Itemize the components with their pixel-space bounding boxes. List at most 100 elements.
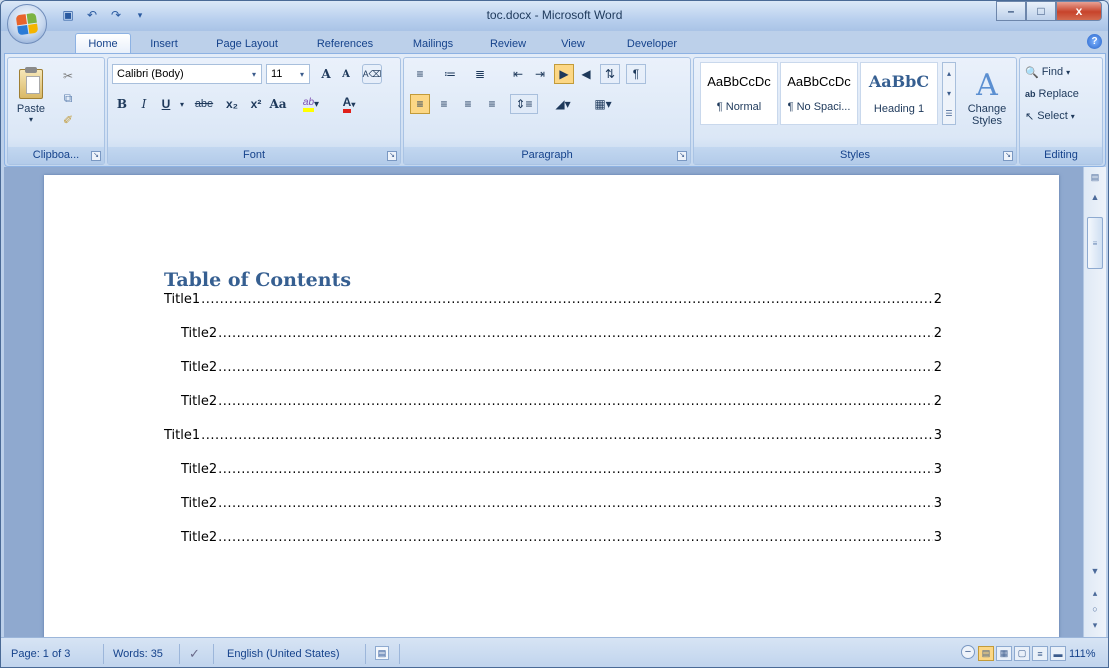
toc-leader-dots	[201, 292, 933, 307]
scroll-thumb[interactable]: ≡	[1087, 217, 1103, 269]
decrease-indent-icon[interactable]: ⇤	[508, 64, 528, 84]
styles-gallery-scroll[interactable]: ▴ ▾ ☰	[942, 62, 956, 125]
outline-view-icon[interactable]: ≡	[1032, 646, 1048, 661]
paste-button[interactable]: Paste ▾	[11, 62, 51, 130]
toc-entry[interactable]: Title2 3	[181, 462, 942, 480]
styles-launcher-icon[interactable]: ↘	[1003, 151, 1013, 161]
ltr-direction-icon[interactable]: ▶	[554, 64, 574, 84]
previous-page-icon[interactable]: ▴	[1086, 585, 1104, 601]
browse-object-icon[interactable]: ○	[1086, 601, 1104, 617]
paste-dropdown-icon[interactable]: ▾	[29, 115, 33, 124]
style-normal[interactable]: AaBbCcDc ¶ Normal	[700, 62, 778, 125]
gallery-down-icon[interactable]: ▾	[947, 89, 951, 98]
superscript-button[interactable]: x²	[246, 94, 266, 114]
tab-page-layout[interactable]: Page Layout	[204, 35, 290, 53]
line-spacing-icon[interactable]: ⇕≡	[510, 94, 538, 114]
numbering-icon[interactable]: ≔	[440, 64, 460, 84]
tab-mailings[interactable]: Mailings	[400, 35, 466, 53]
toc-entry-title: Title2	[181, 326, 218, 341]
toc-entry[interactable]: Title2 2	[181, 394, 942, 412]
multilevel-list-icon[interactable]: ≣	[470, 64, 490, 84]
copy-icon[interactable]: ⧉	[58, 88, 78, 108]
maximize-button[interactable]: □	[1026, 1, 1056, 21]
font-size-combobox[interactable]: 11 ▾	[266, 64, 310, 84]
style-heading-1[interactable]: AaBbC Heading 1	[860, 62, 938, 125]
scroll-up-icon[interactable]: ▲	[1086, 189, 1104, 205]
draft-view-icon[interactable]: ▬	[1050, 646, 1066, 661]
grow-font-icon[interactable]: A	[316, 64, 336, 84]
tab-view[interactable]: View	[550, 35, 596, 53]
macro-recording-icon[interactable]: ▤	[375, 646, 389, 660]
font-name-combobox[interactable]: Calibri (Body) ▾	[112, 64, 262, 84]
select-button[interactable]: ↖ Select ▾	[1024, 106, 1076, 126]
proofing-icon[interactable]: ✓	[189, 646, 200, 662]
toc-entry[interactable]: Title2 2	[181, 360, 942, 378]
full-screen-reading-icon[interactable]: ▦	[996, 646, 1012, 661]
cut-icon[interactable]: ✂	[58, 66, 78, 86]
toc-entry[interactable]: Title1 2	[164, 292, 942, 310]
format-painter-icon[interactable]: ✐	[58, 110, 78, 130]
bold-button[interactable]: B	[112, 94, 132, 114]
clear-formatting-icon[interactable]: A⌫	[362, 64, 382, 84]
change-styles-button[interactable]: A Change Styles	[962, 62, 1012, 134]
replace-button[interactable]: ab Replace	[1024, 84, 1080, 104]
highlight-color-button[interactable]: ab ▾	[294, 94, 328, 114]
zoom-level[interactable]: 111%	[1069, 646, 1096, 662]
title-bar: ▣ ↶ ↷ ▾ toc.docx - Microsoft Word – □ x	[1, 1, 1108, 31]
paragraph-launcher-icon[interactable]: ↘	[677, 151, 687, 161]
rtl-direction-icon[interactable]: ◀	[576, 64, 596, 84]
toc-entry[interactable]: Title2 2	[181, 326, 942, 344]
increase-indent-icon[interactable]: ⇥	[530, 64, 550, 84]
font-name-dropdown-icon[interactable]: ▾	[247, 65, 261, 83]
font-color-button[interactable]: A ▾	[332, 94, 366, 114]
document-page[interactable]: Table of Contents Title12Title22Title22T…	[44, 175, 1059, 637]
subscript-button[interactable]: x₂	[222, 94, 242, 114]
tab-references[interactable]: References	[304, 35, 386, 53]
tab-insert[interactable]: Insert	[139, 35, 189, 53]
font-launcher-icon[interactable]: ↘	[387, 151, 397, 161]
gallery-more-icon[interactable]: ☰	[945, 109, 952, 118]
tab-home[interactable]: Home	[75, 33, 131, 54]
word-count[interactable]: Words: 35	[113, 646, 163, 662]
binoculars-icon: 🔍	[1025, 66, 1039, 79]
justify-icon[interactable]: ≡	[482, 94, 502, 114]
toc-entry[interactable]: Title2 3	[181, 530, 942, 548]
align-left-icon[interactable]: ≡	[410, 94, 430, 114]
select-dropdown-icon[interactable]: ▾	[1071, 112, 1075, 121]
borders-icon[interactable]: ▦▾	[586, 94, 620, 114]
align-right-icon[interactable]: ≡	[458, 94, 478, 114]
next-page-icon[interactable]: ▾	[1086, 617, 1104, 633]
toc-entry[interactable]: Title2 3	[181, 496, 942, 514]
toc-entry[interactable]: Title1 3	[164, 428, 942, 446]
change-case-button[interactable]: Aa	[268, 94, 288, 114]
tab-developer[interactable]: Developer	[612, 35, 692, 53]
bullets-icon[interactable]: ≡	[410, 64, 430, 84]
page-count[interactable]: Page: 1 of 3	[11, 646, 70, 662]
scroll-down-icon[interactable]: ▼	[1086, 563, 1104, 579]
zoom-out-icon[interactable]: −	[961, 645, 975, 659]
shrink-font-icon[interactable]: A	[336, 64, 356, 84]
italic-button[interactable]: I	[134, 94, 154, 114]
align-center-icon[interactable]: ≡	[434, 94, 454, 114]
underline-dropdown-icon[interactable]: ▾	[172, 94, 192, 114]
language-indicator[interactable]: English (United States)	[227, 646, 340, 662]
tab-review[interactable]: Review	[480, 35, 536, 53]
show-marks-icon[interactable]: ¶	[626, 64, 646, 84]
web-layout-icon[interactable]: ▢	[1014, 646, 1030, 661]
clipboard-launcher-icon[interactable]: ↘	[91, 151, 101, 161]
find-dropdown-icon[interactable]: ▾	[1066, 68, 1070, 77]
vertical-scrollbar[interactable]: ▤ ▲ ≡ ▼ ▴ ○ ▾	[1083, 167, 1106, 637]
shading-icon[interactable]: ◢▾	[546, 94, 580, 114]
font-size-dropdown-icon[interactable]: ▾	[295, 65, 309, 83]
help-icon[interactable]: ?	[1087, 34, 1102, 49]
style-no-spacing[interactable]: AaBbCcDc ¶ No Spaci...	[780, 62, 858, 125]
gallery-up-icon[interactable]: ▴	[947, 69, 951, 78]
print-layout-view-icon[interactable]: ▤	[978, 646, 994, 661]
find-button[interactable]: 🔍 Find ▾	[1024, 62, 1071, 82]
strikethrough-button[interactable]: abe	[190, 94, 218, 114]
sort-icon[interactable]: ⇅	[600, 64, 620, 84]
close-button[interactable]: x	[1056, 1, 1102, 21]
ruler-toggle-icon[interactable]: ▤	[1086, 169, 1104, 185]
office-button[interactable]	[7, 4, 47, 44]
minimize-button[interactable]: –	[996, 1, 1026, 21]
